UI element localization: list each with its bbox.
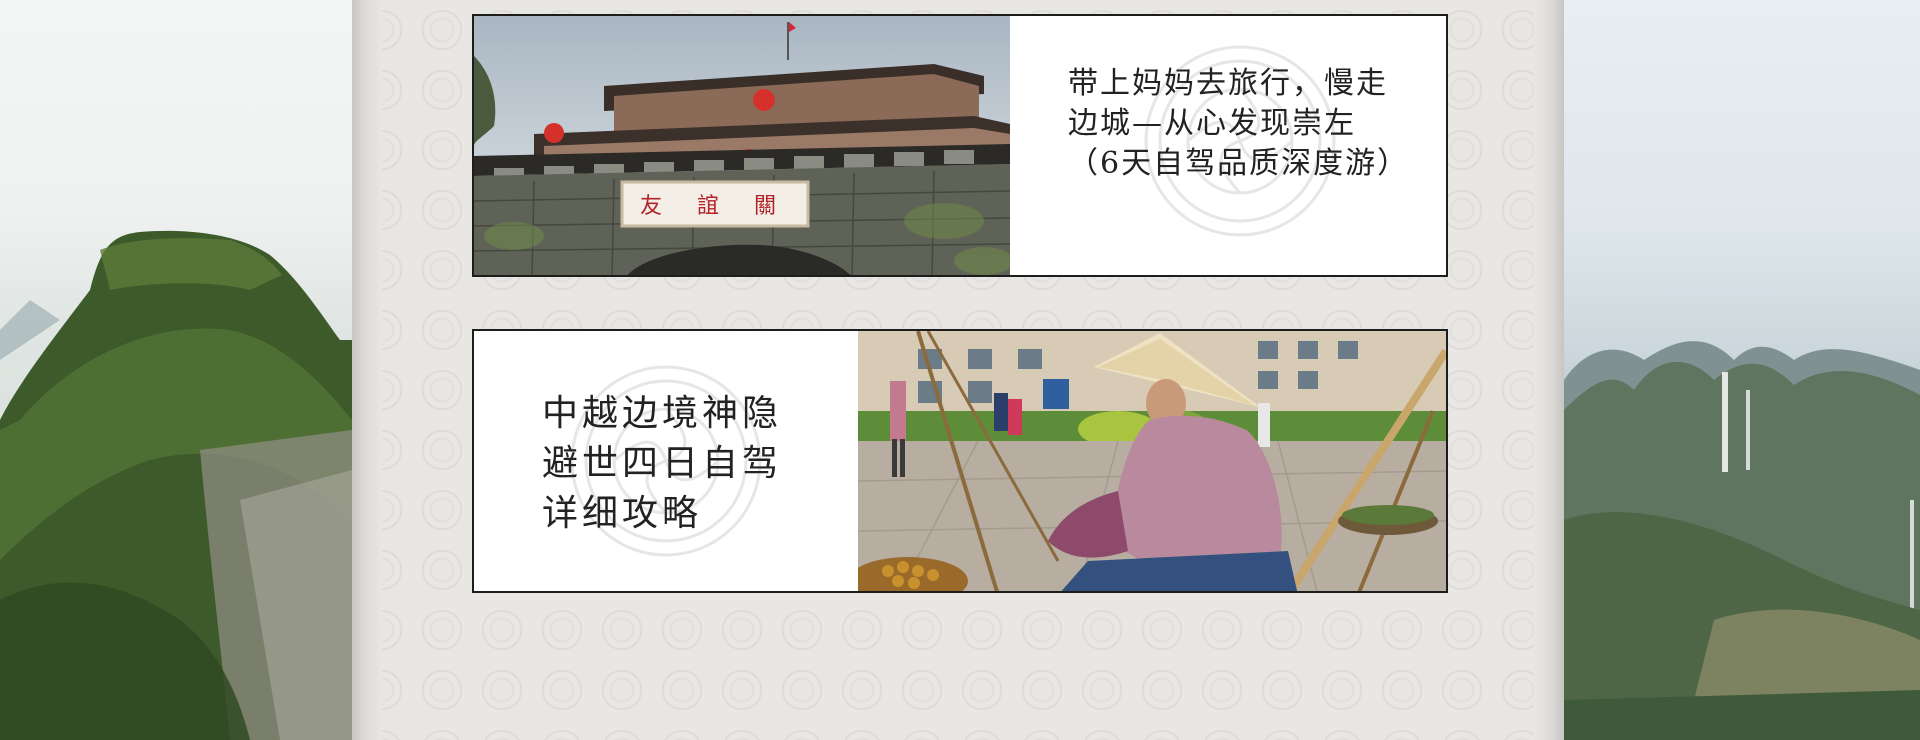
friendship-pass-gate-image: 友 誼 關 bbox=[474, 16, 1010, 275]
right-landscape-background bbox=[1564, 0, 1920, 740]
article-card-2-title[interactable]: 中越边境神隐避世四日自驾详细攻略 bbox=[542, 389, 802, 539]
street-vendor-image bbox=[858, 331, 1446, 591]
friendship-pass-photo[interactable]: 友 誼 關 bbox=[474, 16, 1010, 275]
karst-valley-right-image bbox=[1564, 341, 1920, 740]
sign-board-text: 友 誼 關 bbox=[640, 194, 790, 219]
article-card-2-text-area: 中越边境神隐避世四日自驾详细攻略 bbox=[474, 331, 858, 591]
article-card-2[interactable]: 中越边境神隐避世四日自驾详细攻略 bbox=[472, 329, 1448, 593]
left-landscape-background bbox=[0, 0, 352, 740]
article-card-1-title[interactable]: 带上妈妈去旅行，慢走边城—从心发现崇左（6天自驾品质深度游） bbox=[1068, 64, 1408, 184]
border-market-photo[interactable] bbox=[858, 331, 1446, 591]
article-card-1[interactable]: 友 誼 關 带上妈妈去旅行，慢走边城—从心发现崇左（6天自驾品质深度游） bbox=[472, 14, 1448, 277]
karst-mountain-left-image bbox=[0, 230, 352, 740]
article-card-1-text-area: 带上妈妈去旅行，慢走边城—从心发现崇左（6天自驾品质深度游） bbox=[1010, 16, 1446, 275]
